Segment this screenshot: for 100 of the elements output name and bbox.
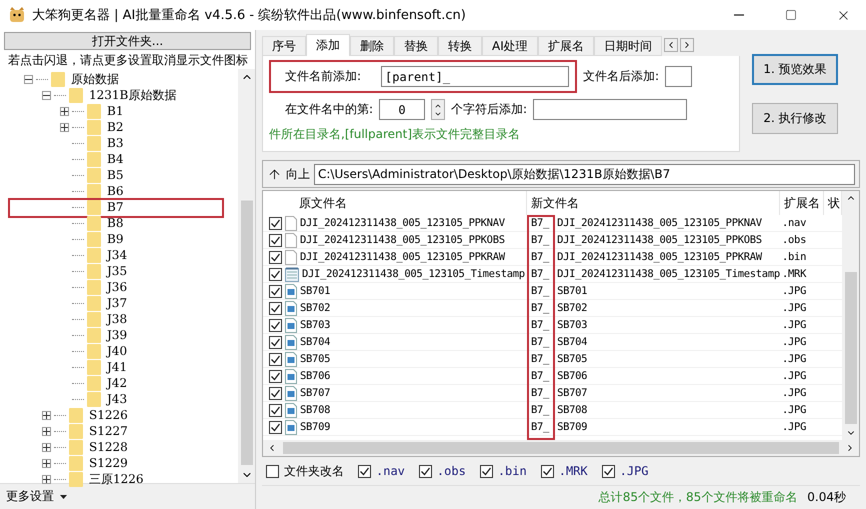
checkbox[interactable] (269, 250, 282, 264)
tab-left-button[interactable] (664, 38, 678, 52)
tree-item[interactable]: J38 (107, 312, 128, 326)
horizontal-scrollbar[interactable] (263, 440, 859, 456)
table-cell-text: .JPG (781, 386, 808, 401)
filter-checkbox[interactable]: 文件夹改名 (266, 462, 344, 480)
checkbox[interactable] (540, 464, 554, 478)
tree-item[interactable]: B6 (107, 184, 124, 198)
tree-item[interactable]: B2 (107, 120, 124, 134)
checkbox[interactable] (269, 370, 282, 382)
tree-item[interactable]: B3 (107, 136, 124, 150)
checkbox[interactable] (480, 464, 493, 478)
window-title: 大笨狗更名器 | AI批量重命名 v4.5.6 - 缤纷软件出品(www.binfensoft.cn) (32, 7, 467, 24)
tree-item[interactable]: S1228 (89, 440, 128, 454)
column-header[interactable]: 扩展名 (780, 191, 824, 215)
tree-item[interactable]: J34 (107, 248, 128, 262)
checkbox[interactable] (269, 404, 282, 416)
more-settings-button[interactable]: 更多设置 (6, 488, 67, 505)
table-cell: DJI_202412311438_005_123105_PPKNAV (263, 215, 527, 231)
tree-item[interactable]: S1226 (89, 408, 128, 422)
tree-item[interactable]: J42 (107, 376, 128, 390)
filter-checkbox[interactable]: .nav (358, 464, 405, 478)
column-header[interactable]: 原文件名 (263, 191, 527, 215)
checkbox[interactable] (269, 216, 282, 230)
insert-field[interactable] (533, 99, 688, 120)
scrollbar[interactable] (238, 69, 255, 483)
expand-icon[interactable] (42, 410, 51, 420)
tab[interactable]: 转换 (438, 36, 482, 56)
checkbox[interactable] (269, 268, 282, 280)
checkbox[interactable] (602, 464, 615, 478)
collapse-icon[interactable] (24, 74, 33, 84)
expand-icon[interactable] (60, 122, 69, 132)
table-cell-text: .obs (781, 233, 808, 248)
tree-item[interactable]: J36 (107, 280, 128, 294)
checkbox[interactable] (269, 420, 282, 434)
expand-icon[interactable] (42, 474, 51, 484)
tab-right-button[interactable] (680, 38, 694, 52)
tree-item[interactable]: B9 (107, 232, 124, 246)
table-cell: SB705 (263, 351, 527, 367)
table-cell: DJI_202412311438_005_123105_PPKOBS (263, 232, 527, 248)
suffix-field[interactable] (665, 66, 692, 87)
checkbox[interactable] (418, 464, 432, 478)
checkbox[interactable] (358, 464, 371, 478)
apply-button[interactable]: 2. 执行修改 (752, 103, 838, 134)
expand-icon[interactable] (42, 426, 51, 436)
preview-button[interactable]: 1. 预览效果 (752, 54, 838, 85)
open-folder-button[interactable]: 打开文件夹... (4, 32, 251, 50)
table-cell: DJI_202412311438_005_123105_Timestamp (263, 266, 527, 282)
checkbox[interactable] (269, 234, 282, 246)
checkbox[interactable] (269, 302, 282, 314)
path-field[interactable]: C:\Users\Administrator\Desktop\原始数据\1231B原始数据\B7 (314, 164, 855, 184)
checkbox[interactable] (269, 336, 282, 348)
checkbox[interactable] (269, 386, 282, 400)
tree-item[interactable]: B8 (107, 216, 124, 230)
tab[interactable]: 替换 (394, 36, 438, 56)
folder-icon (87, 152, 101, 166)
tab[interactable]: 日期时间 (594, 36, 662, 56)
expand-icon[interactable] (60, 106, 69, 116)
tree-item[interactable]: B5 (107, 168, 124, 182)
tab[interactable]: 扩展名 (538, 36, 594, 56)
filter-checkbox[interactable]: .JPG (602, 464, 649, 478)
folder-icon (87, 216, 101, 230)
table-cell-text: B7_ SB701 (530, 284, 588, 299)
spinner-button[interactable] (431, 99, 446, 120)
tree-item[interactable]: 原始数据 (71, 70, 119, 88)
checkbox[interactable] (269, 352, 282, 366)
tab[interactable]: 序号 (262, 36, 306, 56)
tree-item[interactable]: J41 (107, 360, 128, 374)
tree-item[interactable]: J35 (107, 264, 128, 278)
tree-item[interactable]: 三原1226 (89, 470, 144, 488)
tree-item[interactable]: B4 (107, 152, 124, 166)
tree-item[interactable]: B1 (107, 104, 124, 118)
filter-checkbox[interactable]: .MRK (540, 464, 588, 478)
tab[interactable]: 删除 (350, 36, 394, 56)
tree-item[interactable]: J39 (107, 328, 128, 342)
filter-checkbox[interactable]: .bin (480, 464, 527, 478)
tree-item[interactable]: S1229 (89, 456, 128, 470)
tree-item[interactable]: S1227 (89, 424, 128, 438)
dropdown-caret-icon (60, 494, 67, 499)
tree-item[interactable]: J40 (107, 344, 128, 358)
up-button[interactable]: 向上 (267, 166, 310, 182)
tree-item[interactable]: 1231B原始数据 (89, 86, 176, 104)
tree-item[interactable]: J43 (107, 392, 128, 406)
collapse-icon[interactable] (42, 90, 51, 100)
image-file-icon (285, 334, 297, 350)
tree-item[interactable]: B7 (107, 200, 124, 214)
filter-checkbox[interactable]: .obs (418, 464, 466, 478)
checkbox[interactable] (269, 284, 282, 298)
checkbox[interactable] (266, 464, 279, 478)
scrollbar[interactable] (842, 191, 859, 440)
column-header[interactable]: 新文件名 (527, 191, 780, 215)
checkbox[interactable] (269, 318, 282, 332)
tree-item[interactable]: J37 (107, 296, 128, 310)
expand-icon[interactable] (42, 458, 51, 468)
expand-icon[interactable] (42, 442, 51, 452)
tab[interactable]: AI处理 (482, 36, 538, 56)
prefix-field[interactable]: [parent]_ (381, 66, 570, 87)
tab[interactable]: 添加 (306, 34, 350, 56)
table-cell-text: B7_ DJI_202412311438_005_123105_PPKNAV (530, 216, 763, 231)
position-field[interactable]: 0 (379, 99, 426, 120)
